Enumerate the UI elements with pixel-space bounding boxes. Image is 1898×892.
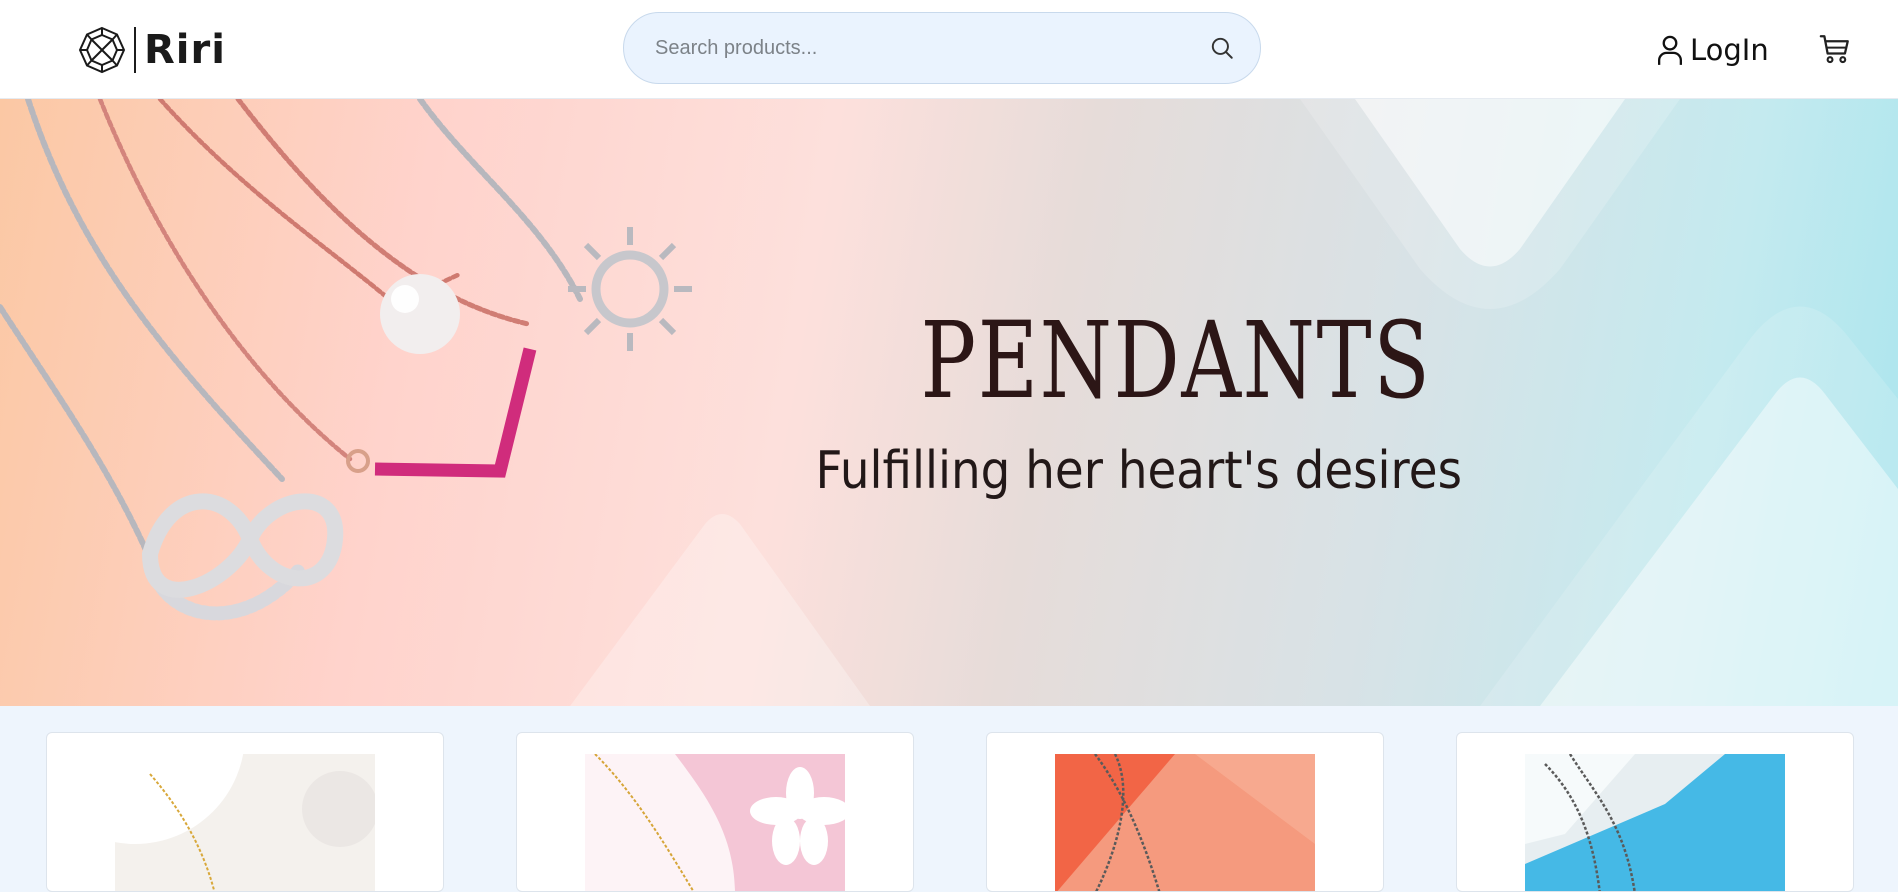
cart-button[interactable]	[1818, 32, 1852, 66]
product-image[interactable]	[1055, 754, 1315, 891]
logo[interactable]: Riri	[78, 26, 226, 74]
product-card[interactable]	[1456, 732, 1854, 892]
product-grid	[0, 706, 1898, 892]
hero-banner[interactable]: PENDANTS Fulfilling her heart's desires	[0, 99, 1898, 706]
search-input[interactable]	[624, 12, 1202, 84]
product-image[interactable]	[1525, 754, 1785, 891]
login-label: LogIn	[1690, 33, 1769, 67]
product-image[interactable]	[115, 754, 375, 891]
login-button[interactable]: LogIn	[1656, 30, 1769, 70]
gem-icon	[78, 26, 126, 74]
product-image[interactable]	[585, 754, 845, 891]
product-card[interactable]	[46, 732, 444, 892]
logo-text: Riri	[144, 27, 226, 73]
search-button[interactable]	[1202, 28, 1242, 68]
product-card[interactable]	[516, 732, 914, 892]
search-icon	[1211, 37, 1233, 59]
hero-title: PENDANTS	[920, 299, 1432, 422]
product-card[interactable]	[986, 732, 1384, 892]
cart-icon	[1819, 35, 1849, 64]
logo-divider	[134, 27, 136, 73]
hero-subtitle: Fulfilling her heart's desires	[815, 441, 1462, 501]
search-bar	[623, 12, 1261, 84]
site-header: Riri LogIn	[0, 0, 1898, 99]
user-icon	[1658, 35, 1682, 65]
